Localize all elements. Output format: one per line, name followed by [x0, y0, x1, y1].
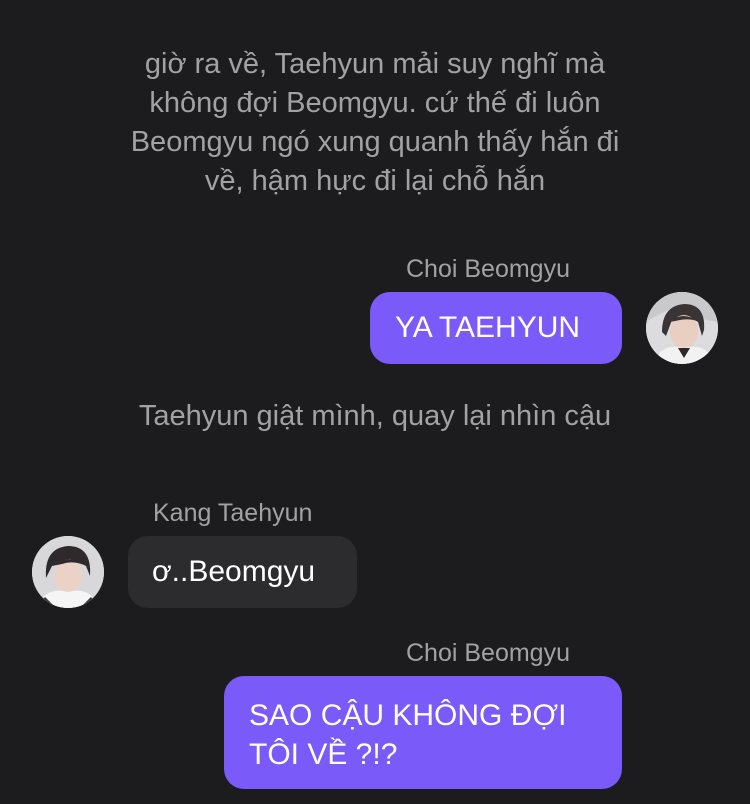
narration-line: không đợi Beomgyu. cứ thế đi luôn	[149, 87, 601, 119]
message-bubble-incoming[interactable]: ơ..Beomgyu	[128, 536, 357, 608]
message-text-line: TÔI VỀ ?!?	[249, 738, 398, 771]
message-text: YA TAEHYUN	[395, 311, 581, 344]
message-sender-name: Kang Taehyun	[153, 499, 313, 527]
narration-line: giờ ra về, Taehyun mải suy nghĩ mà	[144, 48, 606, 80]
narration-text: Taehyun giật mình, quay lại nhìn cậu	[138, 400, 612, 432]
beomgyu-avatar-icon	[646, 292, 718, 364]
avatar[interactable]	[32, 536, 104, 608]
narration-line: về, hậm hực đi lại chỗ hắn	[204, 165, 546, 197]
avatar[interactable]	[646, 292, 718, 364]
message-sender-name: Choi Beomgyu	[406, 255, 570, 283]
message-bubble-outgoing[interactable]: YA TAEHYUN	[370, 292, 622, 364]
message-text: ơ..Beomgyu	[152, 555, 316, 588]
message-text-line: SAO CẬU KHÔNG ĐỢI	[249, 699, 567, 732]
narration-line: Beomgyu ngó xung quanh thấy hắn đi	[130, 126, 620, 158]
message-bubble-outgoing[interactable]: SAO CẬU KHÔNG ĐỢI TÔI VỀ ?!?	[224, 676, 622, 789]
narration-text: giờ ra về, Taehyun mải suy nghĩ mà không…	[75, 45, 675, 201]
message-sender-name: Choi Beomgyu	[406, 639, 570, 667]
taehyun-avatar-icon	[32, 536, 104, 608]
